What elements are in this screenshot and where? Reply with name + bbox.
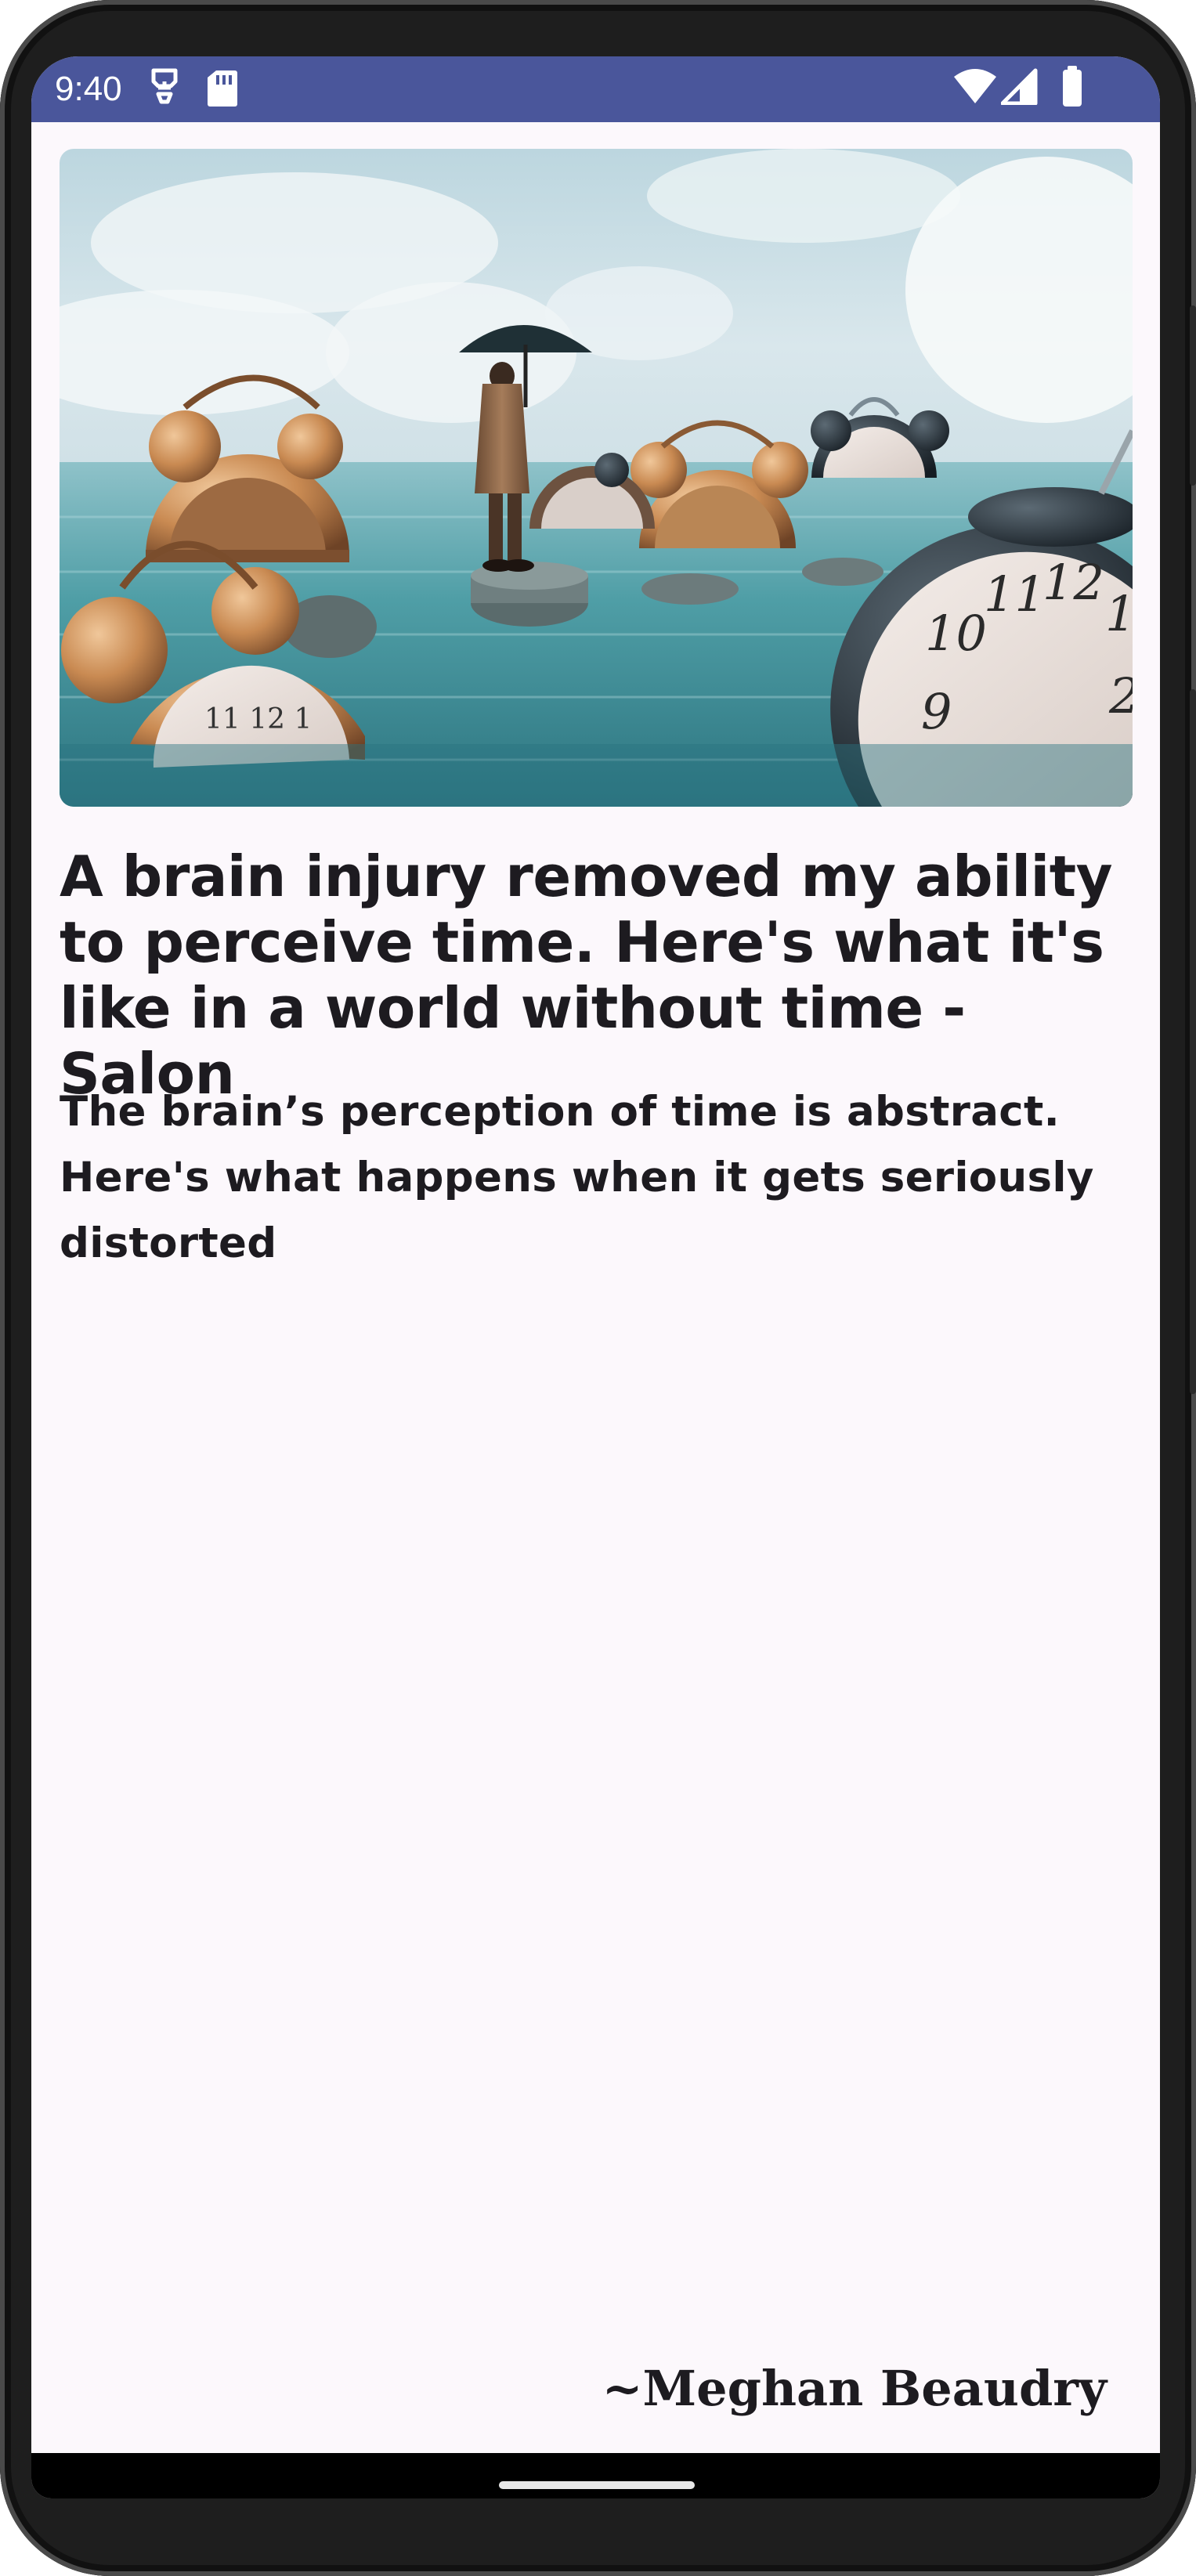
wifi-icon (952, 67, 998, 109)
volume-button (1190, 689, 1196, 1394)
article-title[interactable]: A brain injury removed my ability to per… (60, 844, 1140, 1107)
power-button (1190, 305, 1196, 486)
article-description: The brain’s perception of time is abstra… (60, 1088, 1094, 1267)
svg-text:12: 12 (1042, 554, 1104, 611)
svg-text:11: 11 (984, 565, 1046, 623)
status-bar: 9:40 (31, 56, 1160, 122)
sim-toolkit-icon (147, 64, 182, 115)
svg-text:2: 2 (1108, 667, 1133, 724)
sd-card-icon (207, 69, 238, 112)
home-gesture-handle[interactable] (499, 2481, 695, 2489)
svg-text:11 12 1: 11 12 1 (204, 703, 312, 735)
svg-text:10: 10 (925, 605, 987, 662)
article-author: ~Meghan Beaudry (602, 2360, 1107, 2417)
battery-icon (1061, 64, 1084, 112)
status-time: 9:40 (55, 70, 122, 108)
svg-text:1: 1 (1105, 585, 1133, 642)
article-image[interactable]: 11 12 1 10 11 12 9 (60, 149, 1133, 807)
navigation-bar (31, 2453, 1160, 2498)
phone-frame: 9:40 11 12 1 10 11 12 9 A brain injury r… (0, 0, 1196, 2576)
cell-signal-icon (1000, 67, 1039, 109)
svg-text:9: 9 (921, 683, 952, 740)
screen: 9:40 11 12 1 10 11 12 9 A brain injury r… (31, 56, 1160, 2498)
